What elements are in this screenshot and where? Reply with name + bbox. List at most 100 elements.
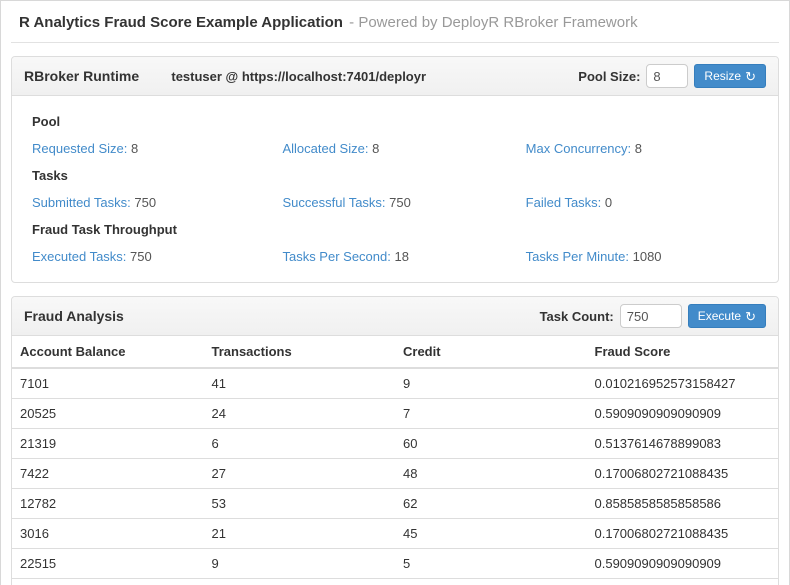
stat-value: 8 xyxy=(368,141,379,156)
table-cell: 7422 xyxy=(12,459,204,489)
table-cell: 6 xyxy=(204,429,396,459)
table-cell: 0.010216952573158427 xyxy=(587,368,779,399)
table-cell: 0.5137614678899083 xyxy=(587,429,779,459)
table-cell: 0.5137614678899083 xyxy=(587,579,779,585)
task-count-controls: Task Count: Execute ↻ xyxy=(540,304,766,328)
table-cell: 9 xyxy=(204,549,396,579)
table-row: 22515950.5909090909090909 xyxy=(12,549,778,579)
stat: Tasks Per Second: 18 xyxy=(282,249,525,264)
runtime-sections: PoolRequested Size: 8Allocated Size: 8Ma… xyxy=(12,96,778,282)
stat: Submitted Tasks: 750 xyxy=(32,195,282,210)
app-subtitle: - Powered by DeployR RBroker Framework xyxy=(349,14,637,31)
stat-row: Executed Tasks: 750Tasks Per Second: 18T… xyxy=(32,249,758,264)
table-row: 213196600.5137614678899083 xyxy=(12,429,778,459)
table-cell: 22515 xyxy=(12,549,204,579)
pool-size-label: Pool Size: xyxy=(578,69,640,84)
table-cell: 27 xyxy=(204,459,396,489)
app-header: R Analytics Fraud Score Example Applicat… xyxy=(11,1,779,43)
stat-value: 8 xyxy=(631,141,642,156)
app-title: R Analytics Fraud Score Example Applicat… xyxy=(19,14,343,31)
table-row: 71014190.010216952573158427 xyxy=(12,368,778,399)
table-cell: 0.5909090909090909 xyxy=(587,399,779,429)
table-cell: 21319 xyxy=(12,429,204,459)
stat-row: Requested Size: 8Allocated Size: 8Max Co… xyxy=(32,141,758,156)
section-heading: Fraud Task Throughput xyxy=(32,222,758,237)
stat-row: Submitted Tasks: 750Successful Tasks: 75… xyxy=(32,195,758,210)
column-header: Account Balance xyxy=(12,336,204,368)
stat-value: 1080 xyxy=(629,249,662,264)
stat: Max Concurrency: 8 xyxy=(526,141,758,156)
table-cell: 9 xyxy=(204,579,396,585)
column-header: Fraud Score xyxy=(587,336,779,368)
fraud-table-header-row: Account BalanceTransactionsCreditFraud S… xyxy=(12,336,778,368)
stat-label: Failed Tasks: xyxy=(526,195,602,210)
execute-button-label: Execute xyxy=(698,309,741,323)
table-cell: 21581 xyxy=(12,579,204,585)
column-header: Credit xyxy=(395,336,587,368)
runtime-endpoint: testuser @ https://localhost:7401/deploy… xyxy=(139,69,458,84)
table-cell: 3016 xyxy=(12,519,204,549)
rbroker-runtime-panel: RBroker Runtime testuser @ https://local… xyxy=(11,56,779,283)
table-cell: 41 xyxy=(204,368,396,399)
table-cell: 12782 xyxy=(12,489,204,519)
table-row: 205252470.5909090909090909 xyxy=(12,399,778,429)
rbroker-runtime-title: RBroker Runtime xyxy=(24,68,139,84)
table-cell: 45 xyxy=(395,519,587,549)
stat: Failed Tasks: 0 xyxy=(526,195,758,210)
task-count-input[interactable] xyxy=(620,304,682,328)
stat-label: Successful Tasks: xyxy=(282,195,385,210)
table-cell: 9 xyxy=(395,368,587,399)
fraud-table: Account BalanceTransactionsCreditFraud S… xyxy=(12,336,778,585)
stat-value: 0 xyxy=(601,195,612,210)
table-cell: 0.17006802721088435 xyxy=(587,519,779,549)
section-heading: Tasks xyxy=(32,168,758,183)
table-cell: 26 xyxy=(395,579,587,585)
pool-size-controls: Pool Size: Resize ↻ xyxy=(578,64,766,88)
stat-value: 8 xyxy=(127,141,138,156)
page: R Analytics Fraud Score Example Applicat… xyxy=(1,1,789,585)
stat-label: Requested Size: xyxy=(32,141,127,156)
task-count-label: Task Count: xyxy=(540,309,614,324)
table-cell: 24 xyxy=(204,399,396,429)
stat-label: Allocated Size: xyxy=(282,141,368,156)
table-cell: 5 xyxy=(395,549,587,579)
resize-button[interactable]: Resize ↻ xyxy=(694,64,766,88)
table-cell: 21 xyxy=(204,519,396,549)
table-cell: 60 xyxy=(395,429,587,459)
table-cell: 20525 xyxy=(12,399,204,429)
refresh-icon: ↻ xyxy=(745,310,756,323)
stat-label: Max Concurrency: xyxy=(526,141,631,156)
table-cell: 7 xyxy=(395,399,587,429)
table-row: 742227480.17006802721088435 xyxy=(12,459,778,489)
stat: Requested Size: 8 xyxy=(32,141,282,156)
stat-label: Submitted Tasks: xyxy=(32,195,131,210)
stat-value: 750 xyxy=(131,195,156,210)
stat: Tasks Per Minute: 1080 xyxy=(526,249,758,264)
fraud-analysis-panel-heading: Fraud Analysis Task Count: Execute↻ xyxy=(12,297,778,336)
table-cell: 62 xyxy=(395,489,587,519)
stat-value: 18 xyxy=(391,249,409,264)
table-row: 1278253620.8585858585858586 xyxy=(12,489,778,519)
table-row: 215819260.5137614678899083 xyxy=(12,579,778,585)
table-cell: 0.8585858585858586 xyxy=(587,489,779,519)
table-cell: 0.17006802721088435 xyxy=(587,459,779,489)
execute-button[interactable]: Execute ↻ xyxy=(688,304,766,328)
table-cell: 7101 xyxy=(12,368,204,399)
stat-label: Tasks Per Second: xyxy=(282,249,390,264)
rbroker-runtime-panel-heading: RBroker Runtime testuser @ https://local… xyxy=(12,57,778,96)
table-cell: 48 xyxy=(395,459,587,489)
stat-value: 750 xyxy=(386,195,411,210)
stat: Successful Tasks: 750 xyxy=(282,195,525,210)
refresh-icon: ↻ xyxy=(745,70,756,83)
resize-button-label: Resize xyxy=(704,69,741,83)
pool-size-input[interactable] xyxy=(646,64,688,88)
fraud-table-head: Account BalanceTransactionsCreditFraud S… xyxy=(12,336,778,368)
stat-label: Tasks Per Minute: xyxy=(526,249,629,264)
fraud-table-body: 71014190.010216952573158427205252470.590… xyxy=(12,368,778,585)
fraud-analysis-panel: Fraud Analysis Task Count: Execute↻ Acco… xyxy=(11,296,779,585)
column-header: Transactions xyxy=(204,336,396,368)
stat: Allocated Size: 8 xyxy=(282,141,525,156)
stat: Executed Tasks: 750 xyxy=(32,249,282,264)
table-row: 301621450.17006802721088435 xyxy=(12,519,778,549)
table-cell: 53 xyxy=(204,489,396,519)
